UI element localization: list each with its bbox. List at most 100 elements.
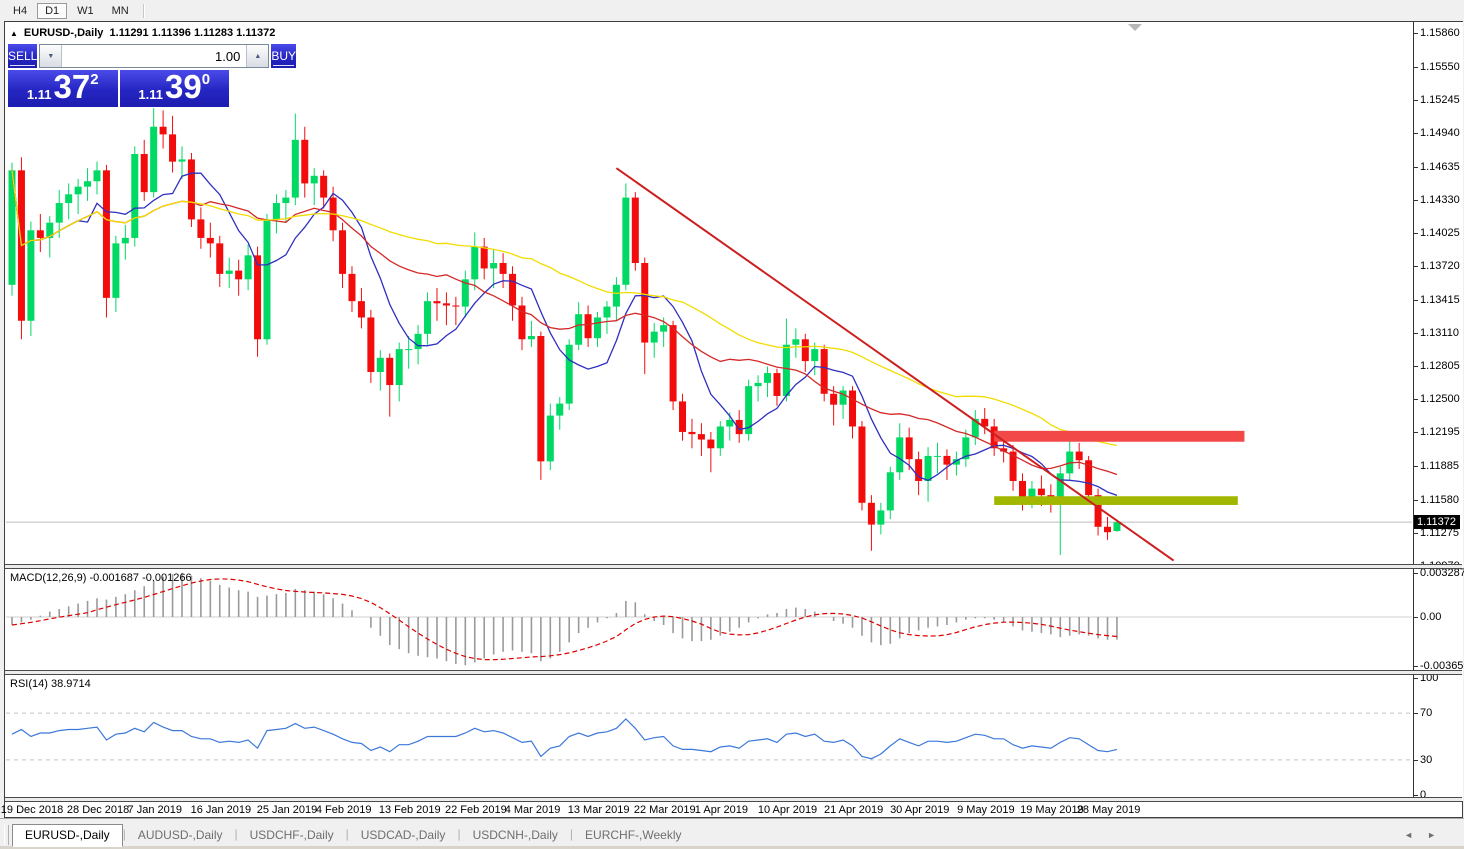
- axis-tick-mark: [1414, 466, 1418, 467]
- price-axis-label: 1.13415: [1420, 294, 1460, 306]
- macd-pane-title: MACD(12,26,9) -0.001687 -0.001266: [10, 572, 192, 584]
- volume-input[interactable]: [62, 45, 246, 67]
- axis-tick-mark: [1414, 713, 1418, 714]
- buy-button[interactable]: BUY: [271, 44, 296, 68]
- price-axis-label: 1.11885: [1420, 460, 1459, 472]
- price-axis-label: 1.13720: [1420, 260, 1460, 272]
- date-axis-label: 30 Apr 2019: [890, 804, 949, 816]
- timeframe-button-h4[interactable]: H4: [5, 3, 35, 19]
- price-axis-label: 1.14635: [1420, 161, 1460, 173]
- axis-tick-mark: [1414, 67, 1418, 68]
- price-axis-label: 1.14025: [1420, 227, 1460, 239]
- sell-price-button[interactable]: 1.11 37 2: [8, 70, 118, 107]
- rsi-axis-label: 30: [1420, 754, 1432, 766]
- axis-tick-mark: [1414, 33, 1418, 34]
- date-axis-label: 4 Feb 2019: [316, 804, 372, 816]
- pane-splitter-main-macd[interactable]: [5, 564, 1462, 569]
- sell-button[interactable]: SELL: [8, 44, 37, 68]
- axis-tick-mark: [1414, 678, 1418, 679]
- volume-increase-icon[interactable]: ▲: [246, 45, 268, 67]
- buy-price-prefix: 1.11: [138, 87, 163, 102]
- price-axis-label: 1.15860: [1420, 27, 1460, 39]
- chart-tab-eurchf-weekly[interactable]: EURCHF-,Weekly: [573, 825, 693, 846]
- axis-tick-mark: [1414, 399, 1418, 400]
- date-axis-label: 22 Mar 2019: [634, 804, 696, 816]
- date-axis-label: 28 May 2019: [1077, 804, 1141, 816]
- chart-symbol-label: EURUSD-,Daily: [24, 27, 103, 39]
- axis-tick-mark: [1414, 300, 1418, 301]
- sell-button-label: SELL: [8, 49, 37, 63]
- date-axis-label: 9 May 2019: [957, 804, 1014, 816]
- buy-price-big: 39: [165, 70, 202, 103]
- one-click-trading-panel: SELL ▼ ▲ BUY 1.11 37 2 1.11 39 0: [8, 44, 229, 107]
- date-axis-label: 1 Apr 2019: [695, 804, 748, 816]
- tabbar-groove: [4, 825, 9, 845]
- macd-axis-label: 0.00: [1420, 611, 1441, 623]
- buy-price-sup: 0: [202, 71, 210, 88]
- sell-price-prefix: 1.11: [27, 87, 52, 102]
- tab-scroll-right-icon[interactable]: ►: [1427, 830, 1436, 840]
- price-axis-label: 1.13110: [1420, 327, 1459, 339]
- date-axis-label: 19 May 2019: [1020, 804, 1084, 816]
- pane-splitter-macd-rsi[interactable]: [5, 670, 1462, 675]
- chart-header: ▲ EURUSD-,Daily 1.11291 1.11396 1.11283 1…: [10, 27, 275, 39]
- axis-tick-mark: [1414, 432, 1418, 433]
- axis-tick-mark: [1414, 167, 1418, 168]
- date-axis-label: 10 Apr 2019: [758, 804, 817, 816]
- timeframe-button-d1[interactable]: D1: [37, 3, 67, 19]
- date-axis-label: 7 Jan 2019: [128, 804, 182, 816]
- price-axis-label: 1.15550: [1420, 61, 1460, 73]
- axis-tick-mark: [1414, 500, 1418, 501]
- chart-tab-usdcad-daily[interactable]: USDCAD-,Daily: [349, 825, 458, 846]
- date-axis-label: 22 Feb 2019: [445, 804, 507, 816]
- timeframe-toolbar: H4D1W1MN: [0, 0, 1464, 21]
- chart-tab-audusd-daily[interactable]: AUDUSD-,Daily: [126, 825, 235, 846]
- timeframe-button-mn[interactable]: MN: [104, 3, 137, 19]
- scroll-to-end-icon[interactable]: [1128, 24, 1142, 31]
- axis-tick-mark: [1414, 795, 1418, 796]
- axis-tick-mark: [1414, 133, 1418, 134]
- price-axis-label: 1.12805: [1420, 360, 1460, 372]
- axis-tick-mark: [1414, 100, 1418, 101]
- date-axis: 19 Dec 201828 Dec 20187 Jan 201916 Jan 2…: [5, 801, 1413, 817]
- rsi-axis-label: 70: [1420, 707, 1432, 719]
- axis-tick-mark: [1414, 200, 1418, 201]
- price-axis-label: 1.12500: [1420, 393, 1460, 405]
- rsi-pane-title: RSI(14) 38.9714: [10, 678, 91, 690]
- volume-stepper: ▼ ▲: [39, 44, 269, 68]
- axis-tick-mark: [1414, 233, 1418, 234]
- price-axis-label: 1.15245: [1420, 94, 1460, 106]
- price-axis: 1.158601.155501.152451.149401.146351.143…: [1413, 22, 1463, 801]
- chart-tab-usdcnh-daily[interactable]: USDCNH-,Daily: [461, 825, 570, 846]
- chart-ohlc-values: 1.11291 1.11396 1.11283 1.11372: [110, 27, 276, 39]
- price-axis-label: 1.11580: [1420, 494, 1459, 506]
- axis-tick-mark: [1414, 617, 1418, 618]
- price-axis-label: 1.12195: [1420, 426, 1460, 438]
- sell-price-big: 37: [54, 70, 91, 103]
- price-axis-label: 1.14940: [1420, 127, 1460, 139]
- axis-tick-mark: [1414, 573, 1418, 574]
- axis-tick-mark: [1414, 533, 1418, 534]
- chart-window[interactable]: [4, 21, 1463, 818]
- axis-tick-mark: [1414, 760, 1418, 761]
- chart-tab-usdchf-daily[interactable]: USDCHF-,Daily: [238, 825, 346, 846]
- toolbar-separator: [143, 4, 145, 18]
- volume-decrease-icon[interactable]: ▼: [40, 45, 62, 67]
- date-axis-label: 25 Jan 2019: [257, 804, 318, 816]
- tab-scroll-left-icon[interactable]: ◄: [1404, 830, 1413, 840]
- date-axis-label: 4 Mar 2019: [505, 804, 561, 816]
- axis-tick-mark: [1414, 266, 1418, 267]
- chart-tab-eurusd-daily[interactable]: EURUSD-,Daily: [12, 824, 123, 847]
- axis-tick-mark: [1414, 366, 1418, 367]
- pane-splitter-rsi-dates: [5, 797, 1462, 802]
- date-axis-label: 21 Apr 2019: [824, 804, 883, 816]
- date-axis-label: 13 Feb 2019: [379, 804, 441, 816]
- collapse-panel-arrow-icon[interactable]: ▲: [10, 29, 18, 38]
- buy-button-label: BUY: [271, 49, 296, 63]
- axis-tick-mark: [1414, 333, 1418, 334]
- date-axis-label: 16 Jan 2019: [191, 804, 252, 816]
- trading-app-window: H4D1W1MN ▲ EURUSD-,Daily 1.11291 1.11396 …: [0, 0, 1464, 849]
- timeframe-button-w1[interactable]: W1: [69, 3, 102, 19]
- buy-price-button[interactable]: 1.11 39 0: [120, 70, 230, 107]
- date-axis-label: 13 Mar 2019: [568, 804, 630, 816]
